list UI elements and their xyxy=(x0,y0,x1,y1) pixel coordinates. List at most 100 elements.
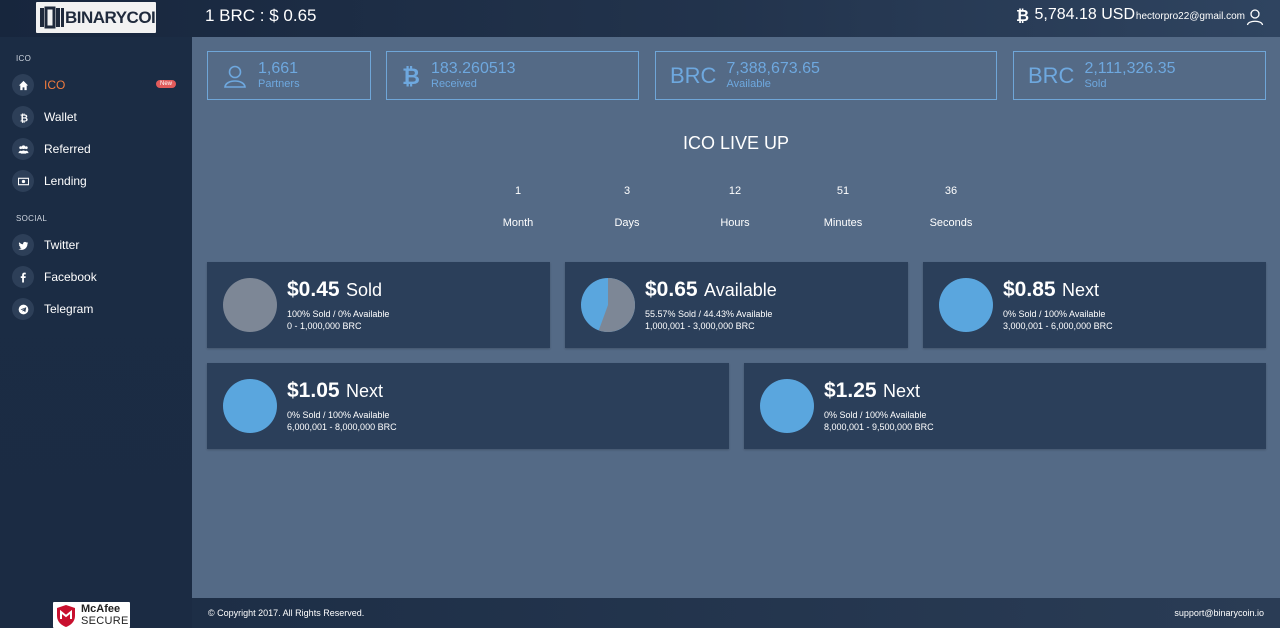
telegram-icon xyxy=(18,304,28,314)
stat-value: 1,661 xyxy=(258,60,299,77)
card-range: 3,000,001 - 6,000,000 BRC xyxy=(1003,321,1113,331)
user-email[interactable]: hectorpro22@gmail.com xyxy=(1136,11,1245,22)
countdown-title: ICO LIVE UP xyxy=(682,133,790,153)
stat-received: ₿ 183.260513 Received xyxy=(386,51,639,100)
stat-currency: BRC xyxy=(670,62,717,88)
stat-value: 2,111,326.35 xyxy=(1084,60,1176,77)
card-status: Next xyxy=(346,381,384,401)
card-status: Sold xyxy=(346,280,383,300)
sidebar-item-referred[interactable]: Referred xyxy=(12,137,180,161)
top-bar: BINARYCOIN 1 BRC : $ 0.65 ₿ 5,784.18 USD… xyxy=(0,0,1280,37)
stat-value: 7,388,673.65 xyxy=(726,60,820,77)
bitcoin-icon: ₿ xyxy=(19,112,27,122)
sidebar-item-label: Telegram xyxy=(44,302,94,316)
sidebar-item-facebook[interactable]: Facebook xyxy=(12,265,180,289)
card-price: $1.25 xyxy=(824,379,877,402)
card-price: $0.85 xyxy=(1003,278,1056,301)
mcafee-secure-badge[interactable]: McAfee SECURE xyxy=(53,602,130,628)
usd-balance-value: 5,784.18 USD xyxy=(1034,6,1135,23)
countdown-value: 3 xyxy=(623,185,631,197)
sidebar-item-wallet[interactable]: ₿ Wallet xyxy=(12,105,180,129)
svg-text:₿: ₿ xyxy=(19,112,27,122)
countdown-label: Days xyxy=(614,217,640,229)
sidebar-item-label: Lending xyxy=(44,174,87,188)
countdown-value: 12 xyxy=(728,185,742,197)
stat-label: Available xyxy=(726,78,771,90)
card-status: Available xyxy=(704,280,777,300)
sold-pie-chart xyxy=(223,278,277,332)
sidebar-section-social: SOCIAL xyxy=(16,214,48,223)
price-card: $0.45 Sold 100% Sold / 0% Available 0 - 1… xyxy=(207,262,550,348)
pie-slice-available xyxy=(760,379,814,433)
mcafee-text: McAfee xyxy=(81,603,121,615)
price-card: $0.85 Next 0% Sold / 100% Available 3,000… xyxy=(923,262,1266,348)
sidebar-item-telegram[interactable]: Telegram xyxy=(12,297,180,321)
twitter-icon xyxy=(17,241,28,250)
sold-pie-chart xyxy=(223,379,277,433)
stat-partners: 1,661 Partners xyxy=(207,51,371,100)
card-status: Next xyxy=(883,381,921,401)
money-icon xyxy=(17,177,29,185)
countdown-value: 1 xyxy=(514,185,522,197)
sidebar-item-label: Referred xyxy=(44,142,91,156)
new-badge: New xyxy=(155,80,176,88)
card-price: $0.65 xyxy=(645,278,698,301)
pie-slice-available xyxy=(939,278,993,332)
sidebar-section-ico: ICO xyxy=(16,54,32,63)
card-range: 1,000,001 - 3,000,000 BRC xyxy=(645,321,755,331)
price-card: $1.05 Next 0% Sold / 100% Available 6,000… xyxy=(207,363,729,449)
card-sold-available: 0% Sold / 100% Available xyxy=(287,410,390,420)
countdown-label: Month xyxy=(502,217,534,229)
countdown-value: 36 xyxy=(944,185,958,197)
price-card: $1.25 Next 0% Sold / 100% Available 8,000… xyxy=(744,363,1266,449)
sold-pie-chart xyxy=(760,379,814,433)
logo-mark-icon xyxy=(40,6,64,29)
sidebar: ICO ICO New ₿ Wallet Referred Lending SO… xyxy=(0,37,192,628)
pie-slice-sold xyxy=(223,278,277,332)
sidebar-item-label: Wallet xyxy=(44,110,77,124)
card-range: 0 - 1,000,000 BRC xyxy=(287,321,362,331)
exchange-rate: 1 BRC : $ 0.65 xyxy=(205,6,317,25)
binarycoin-logo[interactable]: BINARYCOIN xyxy=(36,2,156,33)
mcafee-secure-text: SECURE xyxy=(81,615,129,627)
countdown-label: Minutes xyxy=(823,217,863,229)
mcafee-shield-icon xyxy=(57,605,75,627)
stat-value: 183.260513 xyxy=(431,60,516,77)
countdown-value: 51 xyxy=(836,185,850,197)
footer: © Copyright 2017. All Rights Reserved. s… xyxy=(192,598,1280,628)
facebook-icon xyxy=(20,272,26,283)
card-range: 6,000,001 - 8,000,000 BRC xyxy=(287,422,397,432)
price-card: $0.65 Available 55.57% Sold / 44.43% Ava… xyxy=(565,262,908,348)
stat-currency: BRC xyxy=(1028,62,1075,88)
sidebar-item-label: ICO xyxy=(44,78,66,92)
sidebar-item-lending[interactable]: Lending xyxy=(12,169,180,193)
stat-label: Received xyxy=(431,78,477,90)
svg-text:₿: ₿ xyxy=(1016,6,1029,24)
bitcoin-icon: ₿ xyxy=(402,65,420,89)
countdown-minutes: 51 Minutes xyxy=(803,185,883,229)
support-email-link[interactable]: support@binarycoin.io xyxy=(1174,608,1264,618)
sidebar-item-twitter[interactable]: Twitter xyxy=(12,233,180,257)
stat-label: Sold xyxy=(1084,78,1107,90)
copyright-text: © Copyright 2017. All Rights Reserved. xyxy=(208,608,365,618)
usd-balance: ₿ 5,784.18 USD xyxy=(1016,6,1135,24)
sidebar-item-ico[interactable]: ICO New xyxy=(12,73,180,97)
card-price: $0.45 xyxy=(287,278,340,301)
sidebar-item-label: Twitter xyxy=(44,238,80,252)
card-sold-available: 0% Sold / 100% Available xyxy=(824,410,927,420)
user-icon xyxy=(224,65,246,88)
countdown-days: 3 Days xyxy=(587,185,667,229)
stat-available: BRC 7,388,673.65 Available xyxy=(655,51,997,100)
bitcoin-icon: ₿ xyxy=(1016,6,1029,24)
sold-pie-chart xyxy=(581,278,635,332)
card-sold-available: 0% Sold / 100% Available xyxy=(1003,309,1106,319)
countdown-label: Seconds xyxy=(929,217,973,229)
sidebar-item-label: Facebook xyxy=(44,270,97,284)
sold-pie-chart xyxy=(939,278,993,332)
user-profile-icon[interactable] xyxy=(1246,8,1264,26)
countdown-month: 1 Month xyxy=(478,185,558,229)
logo-text: BINARYCOIN xyxy=(65,8,156,27)
card-price: $1.05 xyxy=(287,379,340,402)
countdown-label: Hours xyxy=(720,217,750,229)
pie-slice-available xyxy=(223,379,277,433)
